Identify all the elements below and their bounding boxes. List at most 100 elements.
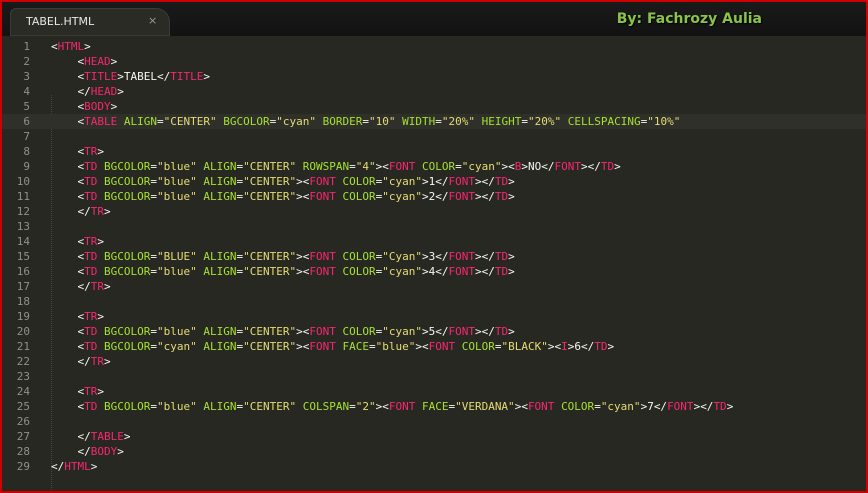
code-token: ALIGN [203, 400, 237, 413]
line-code: </HEAD> [51, 84, 123, 99]
code-line[interactable]: 15 <TD BGCOLOR="BLUE" ALIGN="CENTER"><FO… [2, 249, 866, 264]
code-token: > [474, 325, 482, 338]
code-token: TD [494, 265, 509, 278]
code-token: < [51, 70, 85, 83]
line-code: <BODY> [51, 99, 117, 114]
code-line[interactable]: 23 [2, 369, 866, 384]
code-line[interactable]: 5 <BODY> [2, 99, 866, 114]
code-line[interactable]: 24 <TR> [2, 384, 866, 399]
tab-tabel-html[interactable]: TABEL.HTML × [10, 8, 170, 36]
code-token: </ [51, 355, 91, 368]
code-token: BGCOLOR [104, 265, 151, 278]
code-line[interactable]: 27 </TABLE> [2, 429, 866, 444]
code-token: </ [51, 460, 65, 473]
code-line[interactable]: 14 <TR> [2, 234, 866, 249]
code-token: I [561, 340, 568, 353]
code-line[interactable]: 6 <TABLE ALIGN="CENTER" BGCOLOR="cyan" B… [2, 114, 866, 129]
code-token: = [368, 340, 376, 353]
line-number: 23 [16, 370, 30, 383]
line-number: 24 [16, 385, 30, 398]
close-icon[interactable]: × [148, 14, 157, 27]
code-token: < [51, 100, 85, 113]
code-token: > [104, 355, 111, 368]
code-token: TR [84, 310, 98, 323]
code-token: 7 [647, 400, 654, 413]
code-token: HEAD [90, 85, 118, 98]
code-token: COLOR [342, 265, 376, 278]
code-line[interactable]: 29 </HTML> [2, 459, 866, 474]
line-code: <TD BGCOLOR="blue" ALIGN="CENTER"><FONT … [51, 189, 514, 204]
code-line[interactable]: 21 <TD BGCOLOR="cyan" ALIGN="CENTER"><FO… [2, 339, 866, 354]
code-line[interactable]: 12 </TR> [2, 204, 866, 219]
tab-title: TABEL.HTML [26, 15, 95, 28]
code-token: TITLE [84, 70, 118, 83]
code-line[interactable]: 3 <TITLE>TABEL</TITLE> [2, 69, 866, 84]
code-editor[interactable]: 1 <HTML> 2 <HEAD> 3 <TITLE>TABEL</TITLE> 4 <… [2, 38, 866, 491]
code-line[interactable]: 20 <TD BGCOLOR="blue" ALIGN="CENTER"><FO… [2, 324, 866, 339]
line-number: 26 [16, 415, 30, 428]
code-token: < [382, 400, 389, 413]
code-line[interactable]: 9 <TD BGCOLOR="blue" ALIGN="CENTER" ROWS… [2, 159, 866, 174]
code-line[interactable]: 18 [2, 294, 866, 309]
code-line[interactable]: 19 <TR> [2, 309, 866, 324]
code-token: TD [84, 340, 98, 353]
code-token: = [150, 160, 157, 173]
line-code: <TD BGCOLOR="cyan" ALIGN="CENTER"><FONT … [51, 339, 614, 354]
code-token: </ [481, 325, 495, 338]
code-token: > [508, 250, 515, 263]
code-line[interactable]: 16 <TD BGCOLOR="blue" ALIGN="CENTER"><FO… [2, 264, 866, 279]
code-line[interactable]: 28 </BODY> [2, 444, 866, 459]
code-line[interactable]: 22 </TR> [2, 354, 866, 369]
code-token: "CENTER" [243, 400, 297, 413]
code-token: TD [84, 400, 98, 413]
code-token: TD [84, 250, 98, 263]
code-token: ALIGN [203, 250, 237, 263]
code-token: "cyan" [156, 340, 197, 353]
code-token: > [296, 175, 303, 188]
code-token: TABLE [90, 430, 124, 443]
code-line[interactable]: 17 </TR> [2, 279, 866, 294]
code-token: > [296, 325, 303, 338]
code-token: CELLSPACING [567, 115, 641, 128]
code-token: ALIGN [203, 325, 237, 338]
code-line[interactable]: 7 [2, 129, 866, 144]
code-line[interactable]: 4 </HEAD> [2, 84, 866, 99]
code-token: </ [51, 205, 91, 218]
code-token: > [117, 70, 124, 83]
code-line[interactable]: 10 <TD BGCOLOR="blue" ALIGN="CENTER"><FO… [2, 174, 866, 189]
code-token: BODY [90, 445, 118, 458]
line-number: 7 [23, 130, 30, 143]
code-line[interactable]: 25 <TD BGCOLOR="blue" ALIGN="CENTER" COL… [2, 399, 866, 414]
line-number: 20 [16, 325, 30, 338]
code-token: FONT [448, 250, 475, 263]
code-line[interactable]: 11 <TD BGCOLOR="blue" ALIGN="CENTER"><FO… [2, 189, 866, 204]
line-number: 3 [23, 70, 30, 83]
code-line[interactable]: 26 [2, 414, 866, 429]
code-token: > [474, 190, 482, 203]
line-number: 22 [16, 355, 30, 368]
code-token: = [150, 400, 157, 413]
code-token: = [594, 400, 601, 413]
code-token: < [421, 340, 429, 353]
code-token: < [51, 400, 85, 413]
code-token: > [508, 265, 515, 278]
code-token: TD [84, 265, 98, 278]
code-token: "CENTER" [243, 340, 297, 353]
code-token: COLOR [342, 250, 376, 263]
code-token: FONT [388, 400, 416, 413]
code-line[interactable]: 1 <HTML> [2, 39, 866, 54]
code-line[interactable]: 2 <HEAD> [2, 54, 866, 69]
code-line[interactable]: 13 [2, 219, 866, 234]
code-token: > [474, 265, 482, 278]
code-token: < [51, 115, 85, 128]
code-token: ALIGN [203, 265, 237, 278]
code-token: FONT [309, 250, 336, 263]
code-token: </ [51, 445, 91, 458]
code-token: "cyan" [382, 175, 422, 188]
code-token: "4" [355, 160, 376, 173]
code-line[interactable]: 8 <TR> [2, 144, 866, 159]
code-token: "CENTER" [243, 190, 297, 203]
